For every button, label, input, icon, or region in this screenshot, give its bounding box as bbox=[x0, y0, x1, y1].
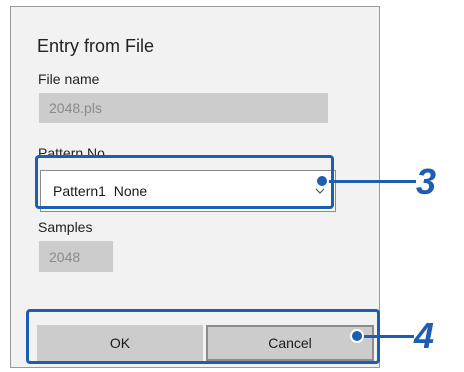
samples-label: Samples bbox=[38, 219, 93, 235]
callout-dot-pattern bbox=[315, 174, 329, 188]
callout-number-4: 4 bbox=[414, 315, 435, 356]
dialog-title: Entry from File bbox=[37, 36, 155, 56]
callout-number-3: 3 bbox=[416, 161, 437, 202]
file-name-value: 2048.pls bbox=[49, 100, 102, 116]
file-name-field: 2048.pls bbox=[39, 93, 328, 123]
callout-frame-buttons bbox=[26, 309, 380, 364]
callout-dot-buttons bbox=[350, 329, 364, 343]
samples-value: 2048 bbox=[49, 248, 81, 265]
callout-frame-pattern bbox=[35, 155, 334, 209]
file-name-label: File name bbox=[38, 71, 100, 87]
samples-field: 2048 bbox=[39, 241, 113, 272]
callout-leader-buttons bbox=[358, 335, 414, 338]
callout-leader-pattern bbox=[322, 180, 416, 183]
